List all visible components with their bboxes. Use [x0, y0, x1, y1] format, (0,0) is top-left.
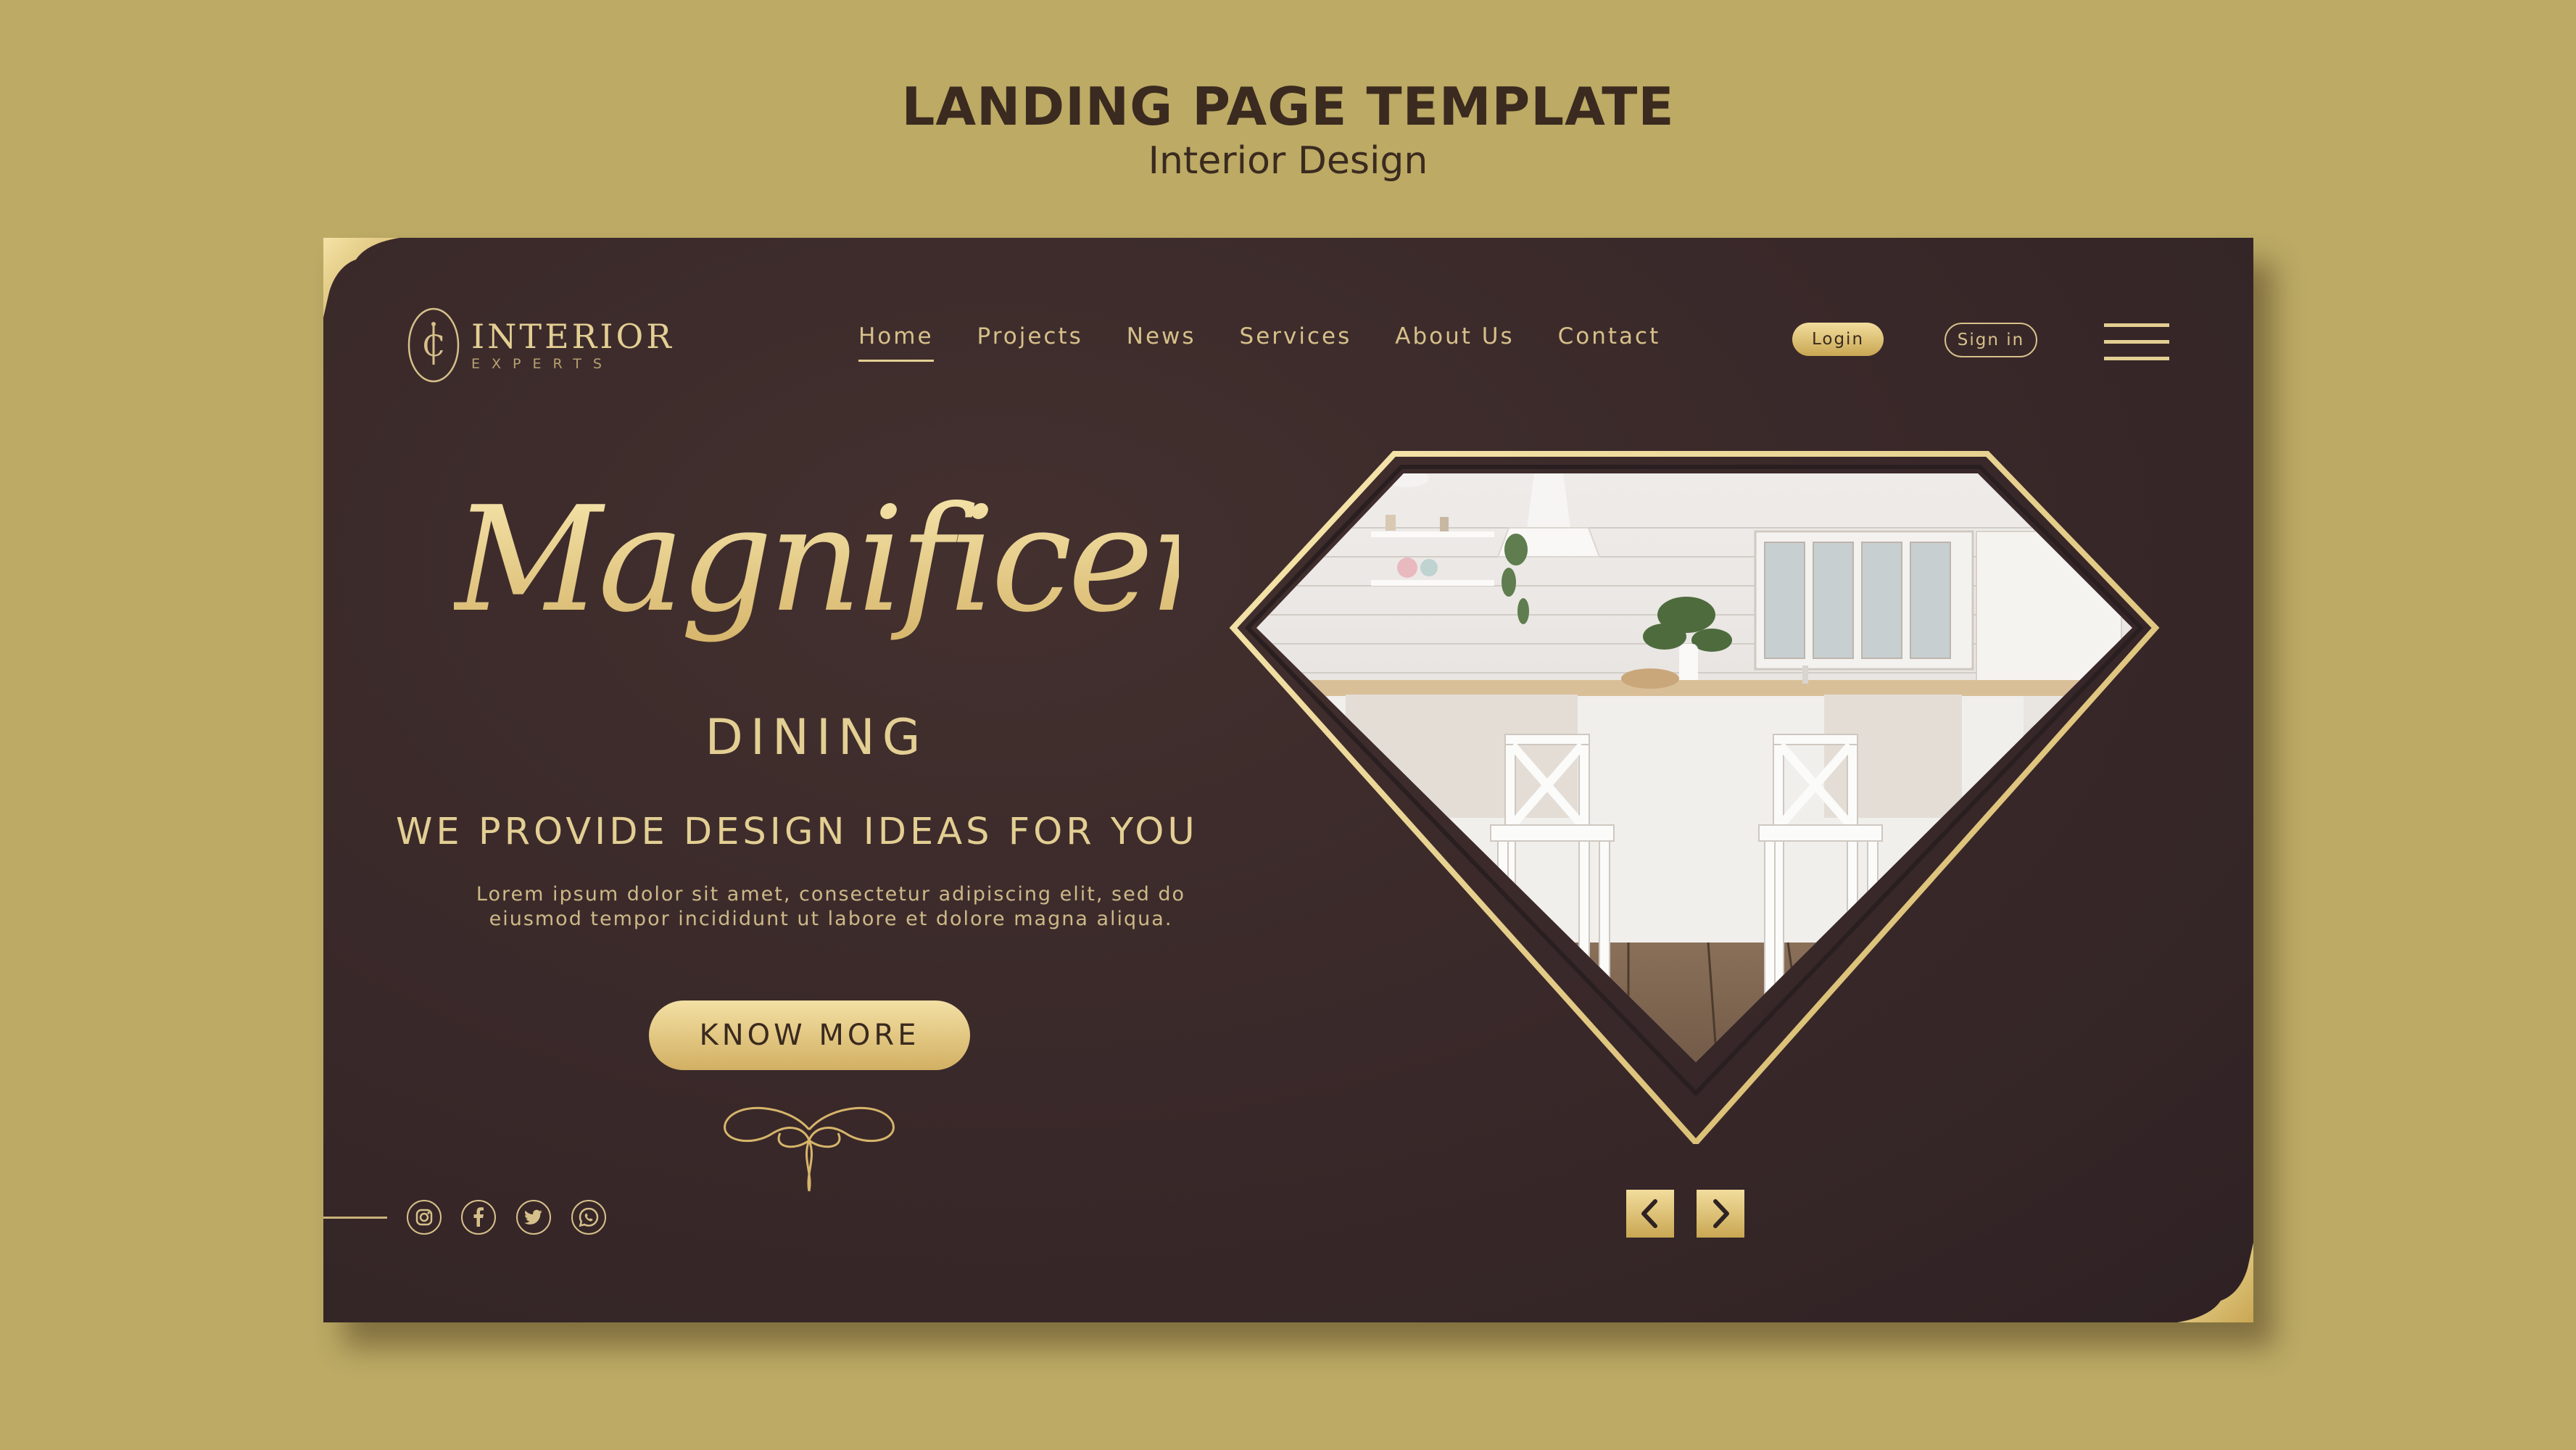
nav-item-news[interactable]: News — [1127, 323, 1196, 362]
hero-body-text: Lorem ipsum dolor sit amet, consectetur … — [432, 882, 1230, 932]
slider-next-button[interactable] — [1697, 1190, 1744, 1238]
hero-subtitle: DINING — [705, 709, 928, 766]
facebook-icon[interactable] — [460, 1199, 497, 1235]
nav-item-home[interactable]: Home — [858, 323, 934, 362]
sign-in-button[interactable]: Sign in — [1945, 323, 2037, 357]
brand-name: INTERIOR — [471, 317, 674, 356]
hamburger-menu-icon[interactable] — [2104, 323, 2169, 361]
brand-tagline: EXPERTS — [471, 356, 613, 372]
whatsapp-icon[interactable] — [571, 1199, 607, 1235]
slider-prev-button[interactable] — [1626, 1190, 1674, 1238]
hero-kitchen-photo — [1229, 451, 2160, 1144]
landing-page-card: C INTERIOR EXPERTS Home Projects News Se… — [323, 238, 2253, 1322]
nav-item-contact[interactable]: Contact — [1558, 323, 1661, 362]
hero-script-title: Magnificent — [454, 476, 1296, 645]
nav-item-about-us[interactable]: About Us — [1395, 323, 1514, 362]
corner-ornament-top-left — [323, 238, 399, 318]
login-button[interactable]: Login — [1792, 323, 1884, 356]
nav-item-projects[interactable]: Projects — [977, 323, 1083, 362]
social-divider — [323, 1217, 387, 1219]
hero-body-line-1: Lorem ipsum dolor sit amet, consectetur … — [476, 883, 1186, 906]
know-more-button[interactable]: KNOW MORE — [649, 1000, 970, 1070]
instagram-icon[interactable] — [406, 1199, 442, 1235]
chevron-right-icon — [1713, 1199, 1729, 1228]
page-subtitle: Interior Design — [1148, 139, 1428, 183]
twitter-icon[interactable] — [515, 1199, 552, 1235]
chevron-left-icon — [1641, 1199, 1657, 1228]
hero-body-line-2: eiusmod tempor incididunt ut labore et d… — [489, 908, 1173, 930]
corner-ornament-bottom-right — [2177, 1243, 2253, 1322]
logo-monogram-icon: C — [407, 307, 460, 383]
brand-logo[interactable]: C INTERIOR EXPERTS — [406, 305, 674, 385]
nav-item-services[interactable]: Services — [1240, 323, 1352, 362]
page-title: LANDING PAGE TEMPLATE — [901, 76, 1675, 137]
main-nav: Home Projects News Services About Us Con… — [858, 323, 1704, 362]
hero-tagline: WE PROVIDE DESIGN IDEAS FOR YOU — [396, 811, 1198, 853]
flourish-ornament-icon — [724, 1106, 895, 1192]
